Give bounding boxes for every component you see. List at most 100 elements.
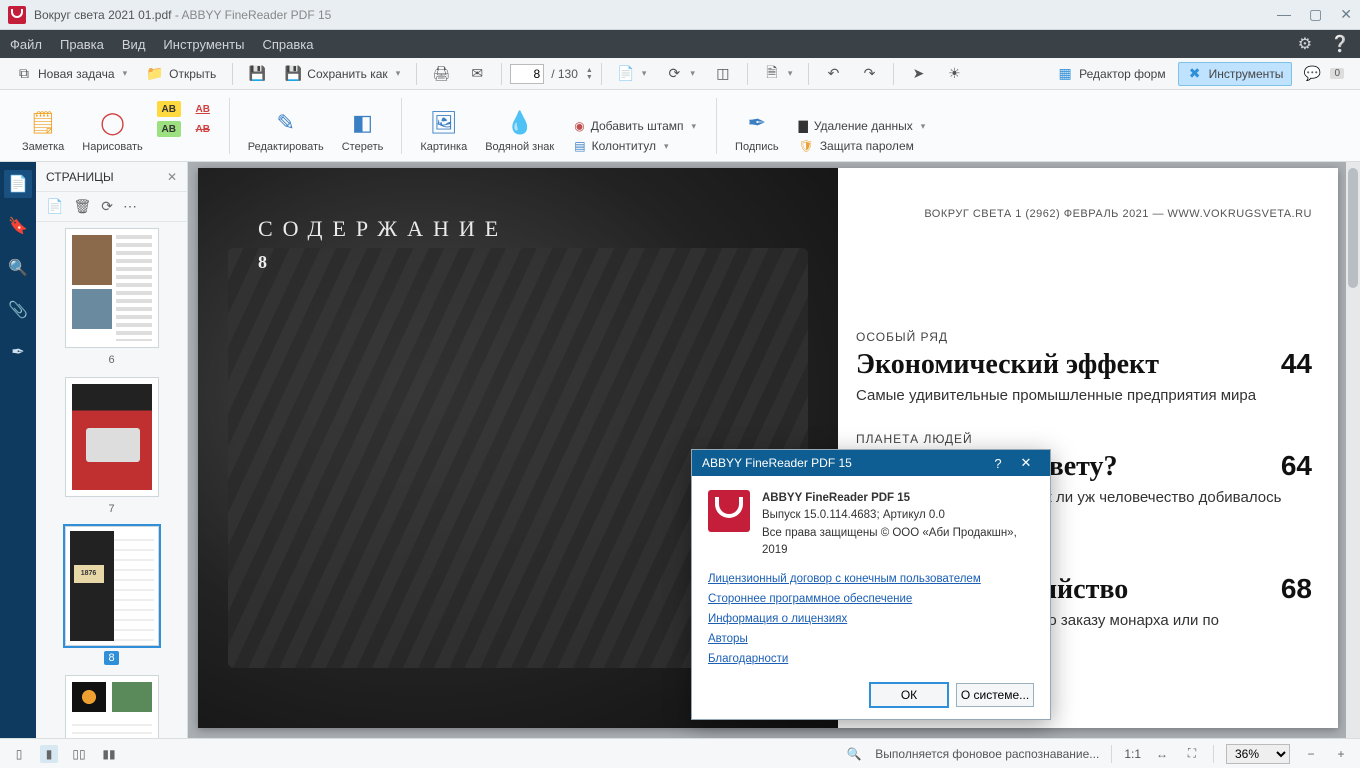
shield-icon: 🛡 [799,139,814,153]
edit-tool[interactable]: ✎Редактировать [244,105,328,161]
underline-icon[interactable]: AB [191,101,215,117]
thumbnail[interactable]: 6 [50,228,173,367]
menu-edit[interactable]: Правка [60,37,104,52]
window-close-icon[interactable]: ✕ [1340,6,1352,23]
status-text: Выполняется фоновое распознавание... [875,747,1099,761]
comments-button[interactable]: 💬0 [1296,63,1352,85]
new-task-button[interactable]: ⧉Новая задача▾ [8,63,135,85]
dialog-app-icon [708,490,750,532]
undo-icon: ↶ [825,66,841,82]
save-button[interactable]: 💾 [241,63,273,85]
rail-pages-icon[interactable]: 📄 [4,170,32,198]
ocr-button[interactable]: 🗎▾ [756,63,801,85]
crop-button[interactable]: ◫ [707,63,739,85]
thumbnail[interactable]: 9 [50,675,173,738]
menu-help[interactable]: Справка [262,37,313,52]
dialog-link-licenses[interactable]: Информация о лицензиях [708,613,1034,625]
rotate-button[interactable]: ⟳▾ [658,63,703,85]
article-block: ОСОБЫЙ РЯД Экономический эффект44 Самые … [856,330,1312,406]
pages-panel-close-icon[interactable]: ✕ [167,170,177,184]
dialog-system-info-button[interactable]: О системе... [956,683,1034,707]
redo-icon: ↷ [861,66,877,82]
zoom-in-icon[interactable]: + [1332,745,1350,763]
dialog-copyright: Все права защищены © ООО «Аби Продакшн»,… [762,525,1034,560]
page-down-icon[interactable]: ▼ [586,74,593,81]
ocr-icon: 🗎 [764,66,780,82]
add-stamp-tool[interactable]: ◉Добавить штамп▾ [568,117,702,135]
email-icon: ✉ [469,66,485,82]
dialog-link-thirdparty[interactable]: Стороннее программное обеспечение [708,593,1034,605]
dialog-ok-button[interactable]: ОК [870,683,948,707]
add-page-button[interactable]: 📄▾ [610,63,655,85]
menu-tools[interactable]: Инструменты [163,37,244,52]
rail-signature-icon[interactable]: ✒ [4,338,32,366]
zoom-out-icon[interactable]: − [1302,745,1320,763]
issue-line: ВОКРУГ СВЕТА 1 (2962) ФЕВРАЛЬ 2021 — WWW… [856,208,1312,220]
sb-two-continuous-icon[interactable]: ▮▮ [100,745,118,763]
pointer-tool[interactable]: ➤ [902,63,934,85]
menu-file[interactable]: Файл [10,37,42,52]
print-icon: 🖨 [433,66,449,82]
rail-attachments-icon[interactable]: 📎 [4,296,32,324]
menu-bar: Файл Правка Вид Инструменты Справка ⚙ ❔ [0,30,1360,58]
redo-button[interactable]: ↷ [853,63,885,85]
header-footer-tool[interactable]: ▤Колонтитул▾ [568,137,702,155]
delete-data-icon: ▇ [799,119,808,133]
pages-add-icon[interactable]: 📄 [46,198,63,215]
rail-bookmarks-icon[interactable]: 🔖 [4,212,32,240]
highlight-yellow-icon[interactable]: AB [157,101,181,117]
undo-button[interactable]: ↶ [817,63,849,85]
help-icon[interactable]: ❔ [1330,34,1350,54]
watermark-tool[interactable]: 💧Водяной знак [481,105,558,161]
page-total: / 130 [551,67,578,81]
dialog-link-eula[interactable]: Лицензионный договор с конечным пользова… [708,573,1034,585]
sb-continuous-icon[interactable]: ▮ [40,745,58,763]
draw-tool[interactable]: ◯Нарисовать [78,105,146,161]
erase-tool[interactable]: ◧Стереть [338,105,388,161]
email-button[interactable]: ✉ [461,63,493,85]
sb-fit-width-icon[interactable]: ↔ [1153,745,1171,763]
window-minimize-icon[interactable]: — [1277,6,1291,23]
page-up-icon[interactable]: ▲ [586,67,593,74]
document-title: Вокруг света 2021 01.pdf [34,8,171,22]
sb-single-page-icon[interactable]: ▯ [10,745,28,763]
menu-view[interactable]: Вид [122,37,146,52]
open-button[interactable]: 📁Открыть [139,63,224,85]
settings-gear-icon[interactable]: ⚙ [1298,34,1312,54]
app-icon [8,6,26,24]
sb-two-page-icon[interactable]: ▯▯ [70,745,88,763]
window-maximize-icon[interactable]: ▢ [1309,6,1322,23]
pages-more-icon[interactable]: ⋯ [123,198,137,215]
signature-tool[interactable]: ✒Подпись [731,105,783,161]
save-as-button[interactable]: 💾Сохранить как▾ [277,63,408,85]
dialog-help-icon[interactable]: ? [984,456,1012,471]
dialog-link-authors[interactable]: Авторы [708,633,1034,645]
picture-tool[interactable]: 🖼Картинка [416,105,471,161]
password-protect-tool[interactable]: 🛡Защита паролем [793,137,932,155]
highlight-green-icon[interactable]: AB [157,121,181,137]
rail-search-icon[interactable]: 🔍 [4,254,32,282]
pages-delete-icon[interactable]: 🗑 [73,198,91,215]
tools-button[interactable]: ✖Инструменты [1178,62,1293,86]
edit-icon: ✎ [270,109,302,137]
page-number-input[interactable] [510,64,544,84]
document-area: СОДЕРЖАНИЕ 8 62 ВОКРУГ СВЕТА 1 (2962) ФЕ… [188,162,1360,738]
form-editor-button[interactable]: ▦Редактор форм [1049,63,1173,85]
vertical-scrollbar[interactable] [1346,162,1360,738]
thumbnail[interactable]: 1876 8 [50,526,173,665]
strikethrough-icon[interactable]: AB [191,121,215,137]
sb-search-icon[interactable]: 🔍 [845,745,863,763]
print-button[interactable]: 🖨 [425,63,457,85]
pages-rotate-icon[interactable]: ⟳ [101,198,113,215]
dialog-title: ABBYY FineReader PDF 15 [702,456,852,470]
delete-data-tool[interactable]: ▇Удаление данных▾ [793,117,932,135]
dialog-close-icon[interactable]: ✕ [1012,455,1040,471]
sb-fit-page-icon[interactable]: ⛶ [1183,745,1201,763]
sb-ratio[interactable]: 1:1 [1124,747,1141,761]
note-tool[interactable]: 🗒Заметка [18,105,68,161]
pages-panel-title: СТРАНИЦЫ [46,170,114,184]
select-tool[interactable]: ☀ [938,63,970,85]
zoom-select[interactable]: 36% [1226,744,1290,764]
thumbnail[interactable]: 7 [50,377,173,516]
dialog-link-thanks[interactable]: Благодарности [708,653,1034,665]
